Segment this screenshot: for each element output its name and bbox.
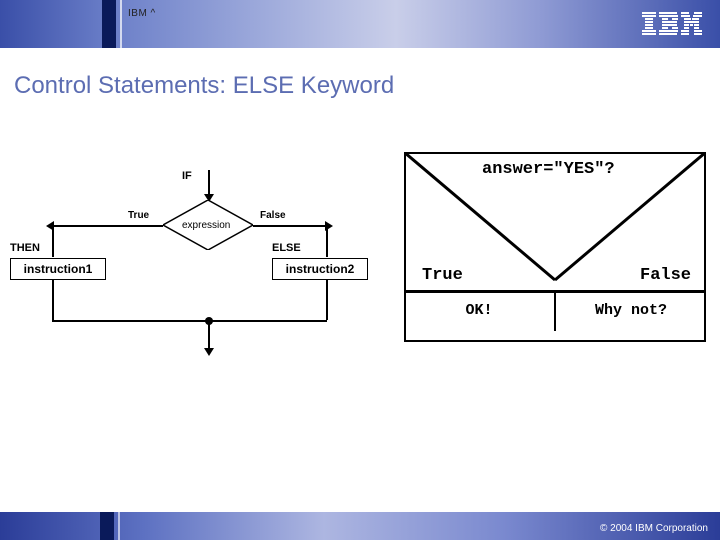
flow-line [326, 280, 328, 320]
outcome-table: OK! Why not? [404, 290, 706, 331]
page-title: Control Statements: ELSE Keyword [14, 72, 394, 100]
else-label: ELSE [272, 242, 301, 254]
false-text: False [640, 266, 691, 285]
copyright-text: © 2004 IBM Corporation [600, 523, 708, 534]
flow-line [326, 225, 328, 257]
header-brand-text: IBM ^ [128, 8, 156, 19]
instruction2-box: instruction2 [272, 258, 368, 280]
then-label: THEN [10, 242, 40, 254]
flow-line [52, 225, 54, 257]
header-accent-line [120, 0, 122, 48]
ibm-logo [642, 12, 702, 41]
decision-table-diagram: answer="YES"? True False OK! Why not? [404, 152, 706, 342]
flow-line [253, 225, 327, 227]
expression-label: expression [182, 220, 230, 231]
arrow-down-icon [204, 348, 214, 356]
true-label: True [128, 210, 149, 221]
flow-line [52, 280, 54, 320]
slide-footer: © 2004 IBM Corporation [0, 512, 720, 540]
footer-accent-block [100, 512, 114, 540]
if-label: IF [182, 170, 192, 182]
flow-line [208, 320, 210, 350]
instruction1-box: instruction1 [10, 258, 106, 280]
flow-line [208, 170, 210, 196]
slide: IBM ^ [0, 0, 720, 540]
false-label: False [260, 210, 286, 221]
flow-line [52, 320, 327, 322]
flowchart-diagram: IF expression True THEN instruction1 Fal… [10, 170, 380, 380]
question-label: answer="YES"? [482, 160, 615, 179]
footer-accent-line [118, 512, 120, 540]
flow-line [52, 225, 163, 227]
whynot-cell: Why not? [555, 290, 706, 331]
slide-header: IBM ^ [0, 0, 720, 48]
ok-cell: OK! [404, 290, 555, 331]
header-accent-block [102, 0, 116, 48]
true-text: True [422, 266, 463, 285]
